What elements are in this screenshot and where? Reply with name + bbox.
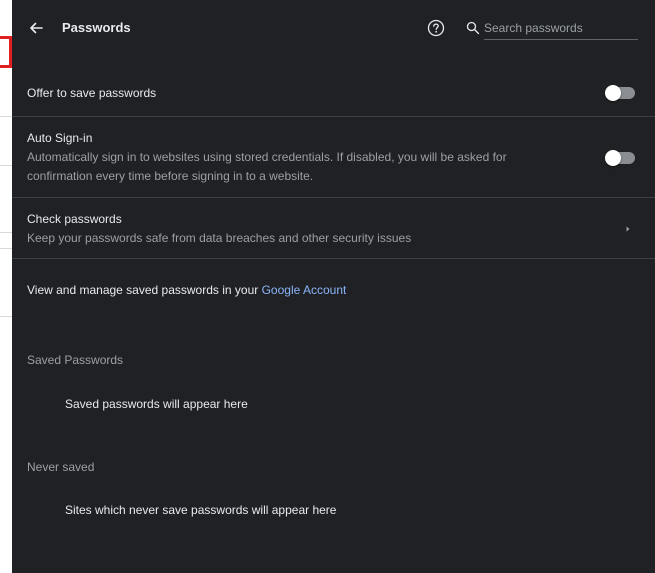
help-button[interactable] <box>426 18 446 38</box>
toggle-knob <box>605 150 621 166</box>
arrow-left-icon <box>30 22 43 34</box>
divider <box>0 232 12 233</box>
offer-to-save-label: Offer to save passwords <box>27 86 157 100</box>
auto-sign-in-description-line2: confirmation every time before signing i… <box>27 169 314 183</box>
never-saved-empty-message: Sites which never save passwords will ap… <box>65 503 337 517</box>
divider <box>0 165 12 166</box>
divider <box>0 248 12 249</box>
saved-passwords-empty-message: Saved passwords will appear here <box>65 397 248 411</box>
manage-passwords-label: View and manage saved passwords in your <box>27 283 262 297</box>
check-passwords-label: Check passwords <box>27 212 122 226</box>
search-input[interactable] <box>484 18 638 40</box>
never-saved-heading: Never saved <box>27 460 95 474</box>
highlight-box <box>0 36 12 68</box>
auto-sign-in-row: Auto Sign-in Automatically sign in to we… <box>12 116 655 198</box>
offer-to-save-toggle[interactable] <box>605 85 635 101</box>
auto-sign-in-label: Auto Sign-in <box>27 131 93 145</box>
divider <box>0 316 12 317</box>
toggle-knob <box>605 85 621 101</box>
offer-to-save-row: Offer to save passwords <box>12 68 655 117</box>
page-title: Passwords <box>62 20 131 35</box>
search-icon <box>466 21 480 35</box>
help-circle-icon <box>427 19 445 37</box>
passwords-settings-panel: Passwords Offer to save passwords Auto S… <box>12 0 655 573</box>
manage-passwords-row: View and manage saved passwords in your … <box>12 258 655 322</box>
back-button[interactable] <box>24 16 48 40</box>
page-header: Passwords <box>12 0 655 56</box>
manage-passwords-text: View and manage saved passwords in your … <box>27 283 346 297</box>
auto-sign-in-toggle[interactable] <box>605 150 635 166</box>
auto-sign-in-description-line1: Automatically sign in to websites using … <box>27 150 507 164</box>
check-passwords-description: Keep your passwords safe from data breac… <box>27 231 412 245</box>
chevron-right-icon[interactable] <box>624 224 632 234</box>
check-passwords-row[interactable]: Check passwords Keep your passwords safe… <box>12 197 655 259</box>
saved-passwords-heading: Saved Passwords <box>27 353 124 367</box>
search-box <box>464 14 638 42</box>
google-account-link[interactable]: Google Account <box>262 283 347 297</box>
divider <box>0 116 12 117</box>
